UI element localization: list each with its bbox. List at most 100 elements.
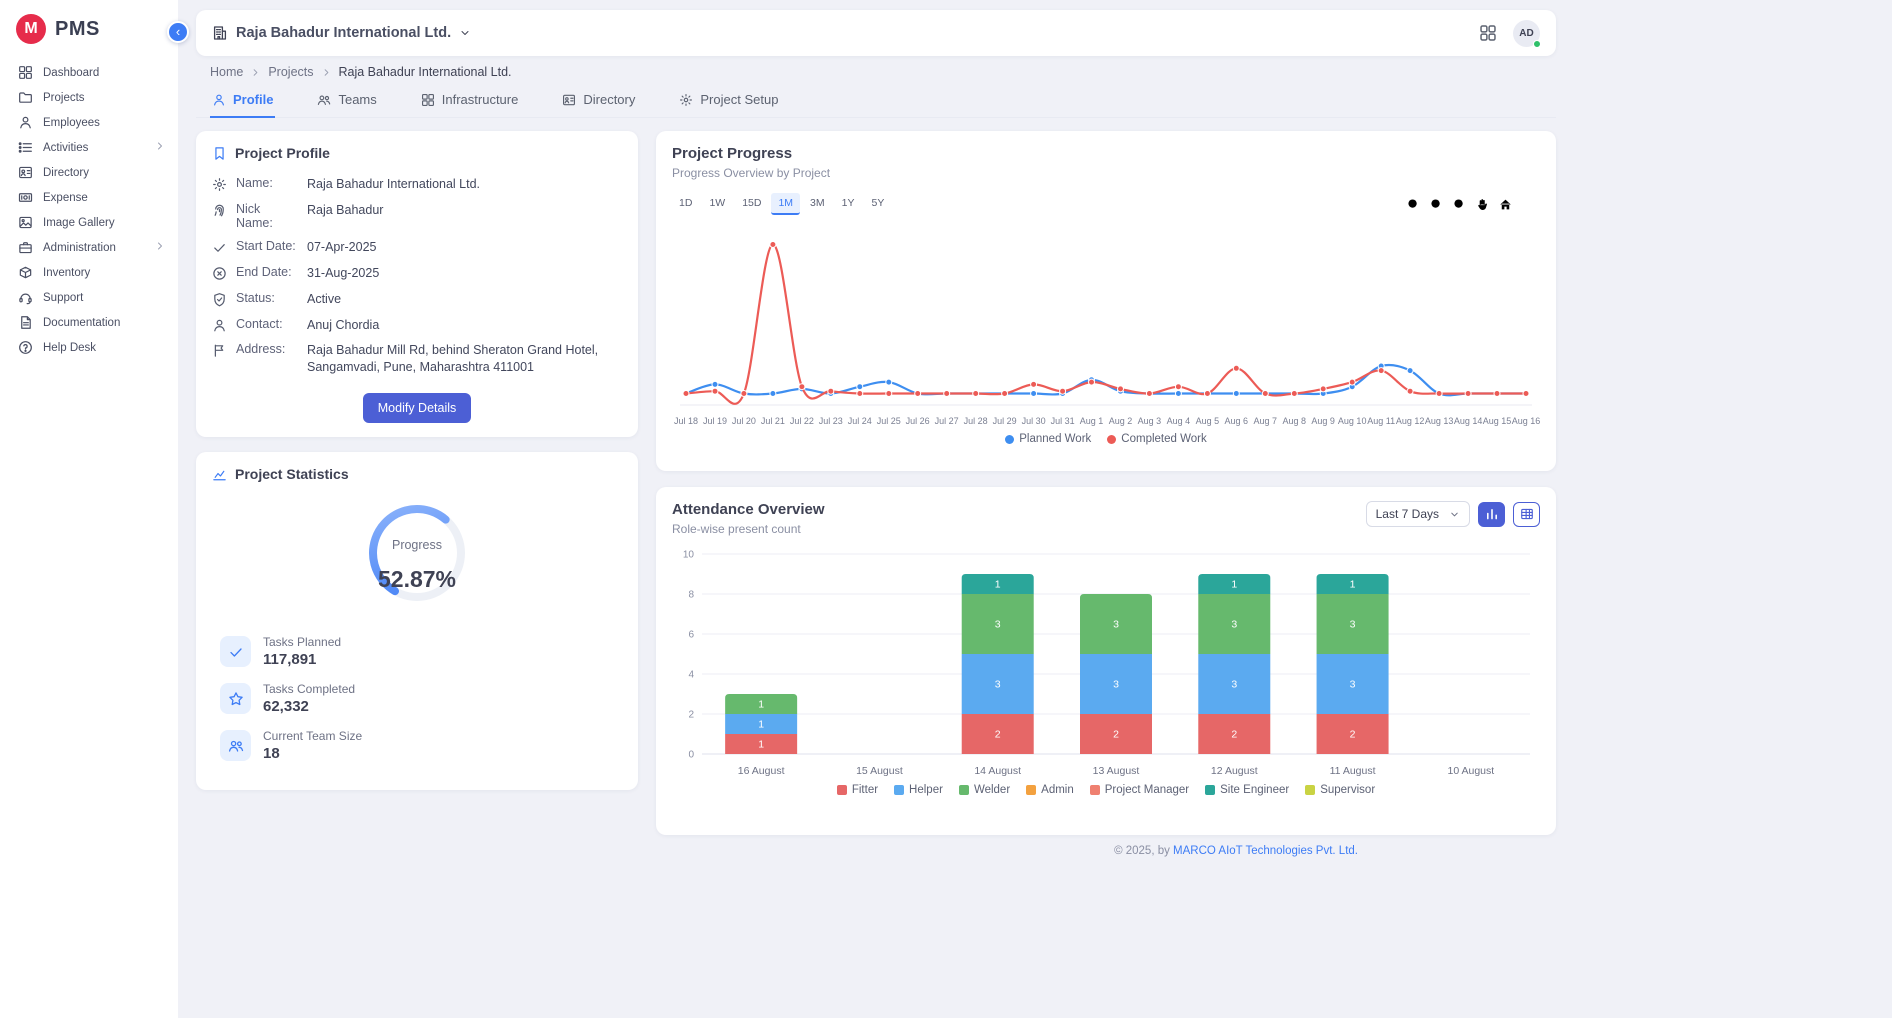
svg-text:Aug 6: Aug 6 (1225, 416, 1249, 426)
breadcrumb-item-projects[interactable]: Projects (268, 65, 313, 79)
modify-details-button[interactable]: Modify Details (363, 393, 472, 423)
svg-text:Aug 9: Aug 9 (1311, 416, 1335, 426)
sidebar-item-dashboard[interactable]: Dashboard (0, 60, 178, 85)
statistics-card-title: Project Statistics (235, 466, 349, 482)
svg-text:1: 1 (995, 579, 1001, 591)
sidebar-item-activities[interactable]: Activities (0, 135, 178, 160)
employees-icon (18, 115, 33, 130)
field-label: Nick Name: (236, 202, 298, 230)
bar-view-toggle[interactable] (1478, 502, 1505, 527)
range-button-1d[interactable]: 1D (672, 193, 699, 215)
selection-zoom-icon[interactable] (1452, 197, 1467, 212)
tab-infrastructure[interactable]: Infrastructure (419, 88, 521, 118)
tab-project-setup[interactable]: Project Setup (677, 88, 780, 118)
breadcrumb-item-home[interactable]: Home (210, 65, 243, 79)
profile-card-title: Project Profile (235, 145, 330, 161)
legend-item-planned-work[interactable]: Planned Work (1005, 433, 1091, 445)
home-icon[interactable] (1498, 197, 1513, 212)
svg-text:Jul 30: Jul 30 (1022, 416, 1046, 426)
company-selector[interactable]: Raja Bahadur International Ltd. (212, 25, 471, 41)
legend-marker (1305, 785, 1315, 795)
svg-text:Jul 22: Jul 22 (790, 416, 814, 426)
legend-item-project-manager[interactable]: Project Manager (1090, 784, 1189, 796)
svg-text:Jul 20: Jul 20 (732, 416, 756, 426)
logo-icon: M (16, 14, 46, 44)
svg-text:14 August: 14 August (974, 765, 1021, 777)
date-range-select[interactable]: Last 7 Days (1366, 501, 1470, 527)
legend-item-fitter[interactable]: Fitter (837, 784, 878, 796)
svg-text:1: 1 (758, 719, 764, 731)
svg-text:2: 2 (1113, 729, 1119, 741)
tab-profile[interactable]: Profile (210, 88, 275, 118)
expense-icon (18, 190, 33, 205)
svg-text:8: 8 (688, 590, 694, 601)
main-area: Raja Bahadur International Ltd. AD Home P… (178, 0, 1892, 1018)
sidebar-item-employees[interactable]: Employees (0, 110, 178, 135)
attendance-header: Attendance Overview Role-wise present co… (672, 501, 1540, 536)
svg-text:52.87%: 52.87% (378, 566, 456, 592)
svg-text:Aug 16: Aug 16 (1512, 416, 1540, 426)
chevron-down-icon (1449, 509, 1460, 520)
avatar-initials: AD (1519, 28, 1533, 39)
zoom-in-icon[interactable] (1406, 197, 1421, 212)
sidebar-item-projects[interactable]: Projects (0, 85, 178, 110)
svg-text:13 August: 13 August (1093, 765, 1140, 777)
range-button-1w[interactable]: 1W (702, 193, 732, 215)
range-button-1y[interactable]: 1Y (835, 193, 862, 215)
tab-teams[interactable]: Teams (315, 88, 378, 118)
online-status-dot (1533, 40, 1541, 48)
attendance-chart[interactable]: 024681011116 August15 August233114 Augus… (672, 542, 1540, 782)
svg-text:Jul 31: Jul 31 (1051, 416, 1075, 426)
progress-chart-title: Project Progress (672, 145, 830, 162)
range-button-3m[interactable]: 3M (803, 193, 832, 215)
svg-text:3: 3 (1231, 619, 1237, 631)
topbar: Raja Bahadur International Ltd. AD (196, 10, 1556, 56)
sidebar-item-directory[interactable]: Directory (0, 160, 178, 185)
range-button-1m[interactable]: 1M (771, 193, 800, 215)
legend-item-supervisor[interactable]: Supervisor (1305, 784, 1375, 796)
activities-icon (18, 140, 33, 155)
people-icon (317, 93, 331, 107)
menu-icon[interactable] (1521, 197, 1536, 212)
chevron-right-icon (250, 67, 261, 78)
range-button-15d[interactable]: 15D (735, 193, 768, 215)
sidebar-collapse-button[interactable]: ‹ (167, 21, 189, 43)
sidebar-item-help-desk[interactable]: Help Desk (0, 335, 178, 360)
date-range-value: Last 7 Days (1376, 507, 1439, 521)
zoom-out-icon[interactable] (1429, 197, 1444, 212)
project-progress-chart[interactable]: Jul 18Jul 19Jul 20Jul 21Jul 22Jul 23Jul … (672, 219, 1540, 431)
sidebar-item-administration[interactable]: Administration (0, 235, 178, 260)
right-column: Project Progress Progress Overview by Pr… (656, 131, 1556, 835)
table-view-toggle[interactable] (1513, 502, 1540, 527)
pan-icon[interactable] (1475, 197, 1490, 212)
legend-item-helper[interactable]: Helper (894, 784, 943, 796)
profile-field-end-date: End Date:31-Aug-2025 (212, 265, 622, 282)
sidebar-item-image-gallery[interactable]: Image Gallery (0, 210, 178, 235)
svg-text:Aug 13: Aug 13 (1425, 416, 1454, 426)
legend-item-welder[interactable]: Welder (959, 784, 1010, 796)
field-label: End Date: (236, 265, 298, 279)
building-icon (212, 25, 228, 41)
company-name: Raja Bahadur International Ltd. (236, 25, 451, 41)
svg-text:Aug 8: Aug 8 (1283, 416, 1307, 426)
sidebar-item-expense[interactable]: Expense (0, 185, 178, 210)
sidebar-item-inventory[interactable]: Inventory (0, 260, 178, 285)
sidebar-item-documentation[interactable]: Documentation (0, 310, 178, 335)
star-icon (220, 683, 251, 714)
sidebar-item-support[interactable]: Support (0, 285, 178, 310)
apps-grid-icon[interactable] (1479, 24, 1497, 42)
legend-item-completed-work[interactable]: Completed Work (1107, 433, 1206, 445)
tab-directory[interactable]: Directory (560, 88, 637, 118)
administration-icon (18, 240, 33, 255)
range-button-5y[interactable]: 5Y (864, 193, 891, 215)
legend-item-site-engineer[interactable]: Site Engineer (1205, 784, 1289, 796)
footer-company-link[interactable]: MARCO AIoT Technologies Pvt. Ltd. (1173, 845, 1358, 857)
attendance-title: Attendance Overview (672, 501, 825, 518)
svg-text:Aug 15: Aug 15 (1483, 416, 1512, 426)
projects-icon (18, 90, 33, 105)
avatar[interactable]: AD (1513, 20, 1540, 47)
svg-text:Aug 12: Aug 12 (1396, 416, 1425, 426)
legend-item-admin[interactable]: Admin (1026, 784, 1074, 796)
flag-icon (212, 343, 227, 358)
field-label: Address: (236, 342, 298, 356)
